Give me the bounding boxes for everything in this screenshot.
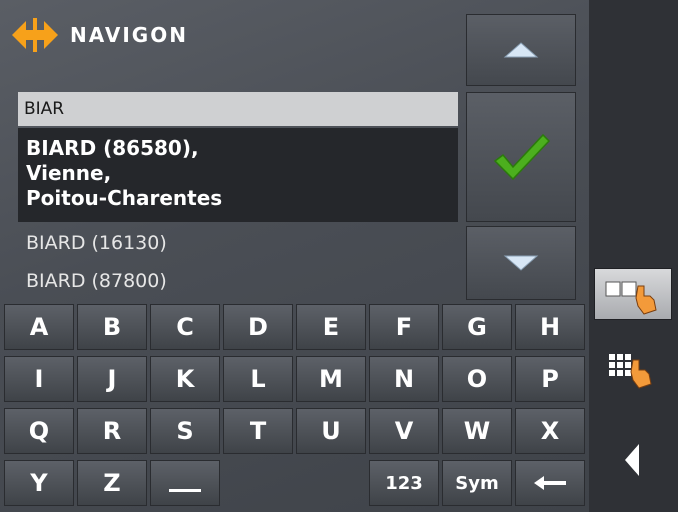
key-h[interactable]: H [515,304,585,350]
grid-keyboard-hand-icon [609,354,652,389]
search-input[interactable]: BIAR [18,92,458,126]
grid-keyboard-button[interactable] [594,344,672,396]
logo: NAVIGON [12,18,188,52]
selected-line-2: Vienne, [26,161,112,185]
result-list: BIARD (86580), Vienne, Poitou-Charentes … [18,128,458,300]
key-b[interactable]: B [77,304,147,350]
symbols-key[interactable]: Sym [442,460,512,506]
key-d[interactable]: D [223,304,293,350]
key-j[interactable]: J [77,356,147,402]
navigon-logo-icon [12,18,58,52]
key-t[interactable]: T [223,408,293,454]
scroll-up-button[interactable] [466,14,576,86]
key-z[interactable]: Z [77,460,147,506]
back-button[interactable] [594,434,672,486]
abc-keyboard-hand-icon [605,281,657,315]
key-f[interactable]: F [369,304,439,350]
scroll-down-button[interactable] [466,226,576,300]
on-screen-keyboard: A B C D E F G H I J K L M N O P Q R S T … [4,304,590,508]
key-a[interactable]: A [4,304,74,350]
selected-line-3: Poitou-Charentes [26,186,223,210]
list-item[interactable]: BIARD (87800) [18,262,458,300]
checkmark-icon [493,133,551,181]
key-s[interactable]: S [150,408,220,454]
navigation-search-screen: NAVIGON BIAR BIARD (86580), Vienne, Poit… [0,0,678,512]
key-r[interactable]: R [77,408,147,454]
key-l[interactable]: L [223,356,293,402]
key-k[interactable]: K [150,356,220,402]
key-o[interactable]: O [442,356,512,402]
key-x[interactable]: X [515,408,585,454]
selected-line-1: BIARD (86580), [26,136,199,160]
abc-keyboard-button[interactable] [594,268,672,320]
list-item[interactable]: BIARD (16130) [18,224,458,262]
key-p[interactable]: P [515,356,585,402]
space-bar-icon [169,489,201,492]
list-item-selected[interactable]: BIARD (86580), Vienne, Poitou-Charentes [18,128,458,222]
backspace-arrow-icon [534,476,566,490]
backspace-key[interactable] [515,460,585,506]
key-g[interactable]: G [442,304,512,350]
space-key[interactable] [150,460,220,506]
triangle-up-icon [503,42,539,58]
key-u[interactable]: U [296,408,366,454]
key-e[interactable]: E [296,304,366,350]
key-m[interactable]: M [296,356,366,402]
key-c[interactable]: C [150,304,220,350]
numbers-key[interactable]: 123 [369,460,439,506]
header: NAVIGON [0,0,462,92]
key-q[interactable]: Q [4,408,74,454]
key-i[interactable]: I [4,356,74,402]
confirm-button[interactable] [466,92,576,222]
triangle-left-icon [625,444,639,476]
key-v[interactable]: V [369,408,439,454]
key-n[interactable]: N [369,356,439,402]
brand-name: NAVIGON [70,23,188,47]
key-w[interactable]: W [442,408,512,454]
triangle-down-icon [503,255,539,271]
key-y[interactable]: Y [4,460,74,506]
